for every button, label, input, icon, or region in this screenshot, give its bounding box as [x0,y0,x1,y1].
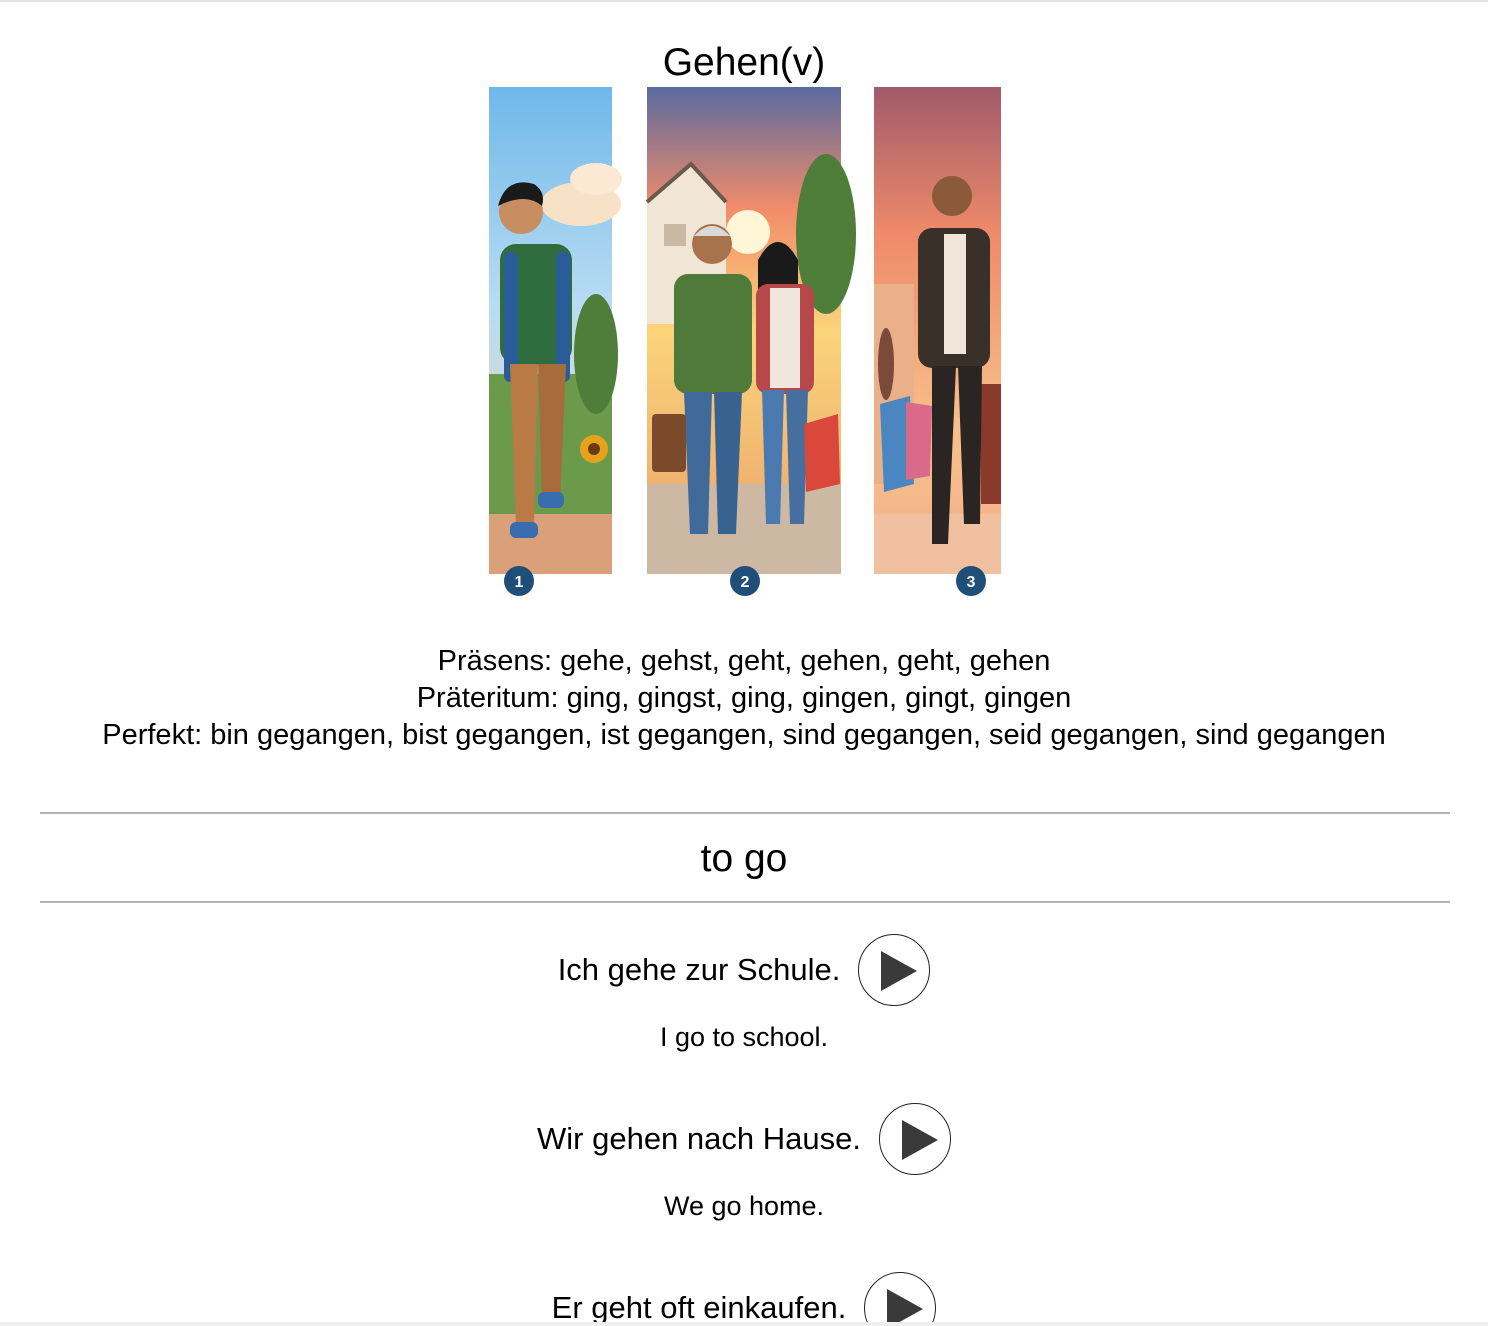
conjugation-praesens: Präsens: gehe, gehst, geht, gehen, geht,… [437,645,1051,677]
page: Gehen(v) 1 2 3 Präsens: gehe, gehst, geh… [0,0,1488,1326]
divider-bottom [40,901,1450,903]
example-sentence-de: Wir gehen nach Hause. [537,1121,861,1156]
word-illustration: 1 2 3 [489,87,1001,596]
word-title: Gehen(v) [662,41,826,84]
play-audio-button[interactable] [858,934,931,1006]
example-sentence-de: Ich gehe zur Schule. [557,952,841,987]
panel-badge-1: 1 [504,566,534,596]
illustration-panel-2 [645,87,856,574]
panel-badge-2: 2 [730,566,760,596]
illustration-panel-3 [874,87,1001,574]
play-audio-button[interactable] [878,1103,951,1175]
viewport-bottom-edge [0,1322,1488,1326]
conjugation-praeteritum: Präteritum: ging, gingst, ging, gingen, … [416,682,1072,714]
svg-text:1: 1 [515,574,524,591]
example-sentence-en: We go home. [663,1191,825,1221]
conjugation-block: Präsens: gehe, gehst, geht, gehen, geht,… [80,643,1408,754]
example-sentence-en: I go to school. [659,1022,829,1052]
conjugation-perfekt: Perfekt: bin gegangen, bist gegangen, is… [102,719,1386,751]
play-audio-button[interactable] [864,1272,937,1326]
illustration-panel-1 [489,87,622,574]
play-icon [901,1120,938,1160]
panel-badge-3: 3 [956,566,986,596]
example-sentence-de: Er geht oft einkaufen. [551,1290,847,1325]
play-icon [887,1289,924,1326]
svg-text:3: 3 [967,574,976,591]
word-translation: to go [700,837,788,880]
divider-top [40,812,1450,814]
play-icon [881,951,918,991]
example-3: Er geht oft einkaufen. [0,1272,1488,1326]
svg-text:2: 2 [741,574,750,591]
example-2: Wir gehen nach Hause. We go home. [0,1103,1488,1223]
example-1: Ich gehe zur Schule. I go to school. [0,934,1488,1054]
